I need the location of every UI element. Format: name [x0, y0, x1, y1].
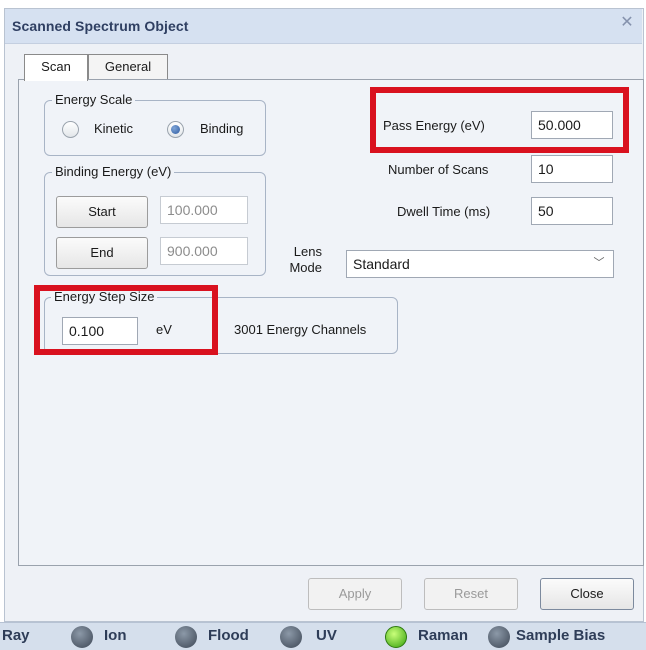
chevron-down-icon[interactable]: ﹀: [590, 254, 608, 272]
apply-button[interactable]: Apply: [308, 578, 402, 610]
binding-energy-title: Binding Energy (eV): [52, 165, 175, 179]
dwell-time-field[interactable]: 50: [531, 197, 613, 225]
start-energy-field[interactable]: 100.000: [160, 196, 248, 224]
end-energy-field[interactable]: 900.000: [160, 237, 248, 265]
close-button[interactable]: Close: [540, 578, 634, 610]
reset-button[interactable]: Reset: [424, 578, 518, 610]
uv-indicator-icon[interactable]: [280, 626, 302, 648]
highlight-box-energy-step: [34, 285, 218, 355]
flood-indicator-icon[interactable]: [175, 626, 197, 648]
dwell-time-label: Dwell Time (ms): [397, 204, 491, 219]
close-icon[interactable]: ✕: [619, 15, 635, 31]
energy-channels-label: 3001 Energy Channels: [234, 322, 367, 337]
status-label-ion: Ion: [104, 627, 127, 644]
raman-indicator-icon[interactable]: [385, 626, 407, 648]
radio-selected-dot: [171, 125, 180, 134]
energy-scale-title: Energy Scale: [52, 93, 136, 107]
kinetic-label[interactable]: Kinetic: [94, 121, 133, 136]
status-label-flood: Flood: [208, 627, 249, 644]
lens-mode-label-line2: Mode: [289, 260, 322, 275]
highlight-box-pass-energy: [370, 87, 629, 153]
end-button[interactable]: End: [56, 237, 148, 269]
window-title: Scanned Spectrum Object: [12, 18, 189, 34]
lens-mode-value: Standard: [353, 256, 410, 272]
start-button[interactable]: Start: [56, 196, 148, 228]
tab-scan[interactable]: Scan: [24, 54, 88, 81]
lens-mode-label: Lens Mode: [276, 244, 322, 276]
radio-kinetic[interactable]: [62, 121, 79, 138]
status-label-sample-bias: Sample Bias: [516, 627, 606, 644]
sample-bias-indicator-icon[interactable]: [488, 626, 510, 648]
number-of-scans-label: Number of Scans: [388, 162, 489, 177]
lens-mode-label-line1: Lens: [293, 244, 322, 259]
ion-indicator-icon[interactable]: [71, 626, 93, 648]
tab-general[interactable]: General: [88, 54, 168, 79]
radio-binding[interactable]: [167, 121, 184, 138]
binding-label[interactable]: Binding: [200, 121, 243, 136]
status-label-raman: Raman: [418, 627, 469, 644]
status-label-uv: UV: [316, 627, 337, 644]
status-label-ray: Ray: [2, 627, 30, 644]
number-of-scans-field[interactable]: 10: [531, 155, 613, 183]
